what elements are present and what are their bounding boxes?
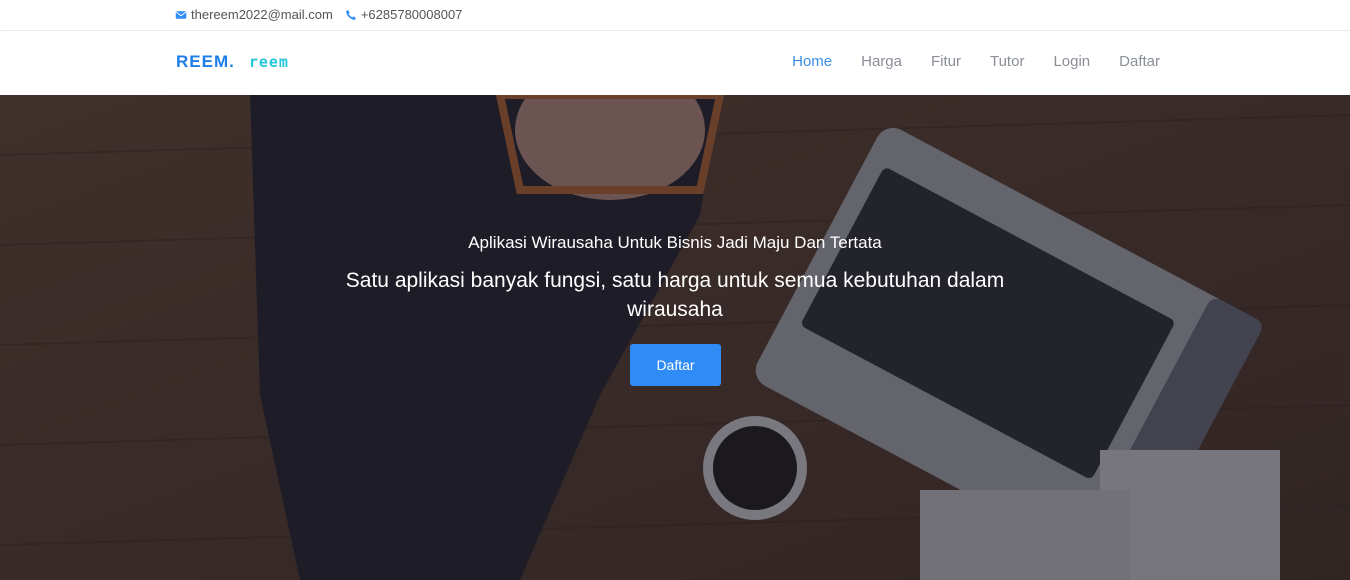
- email-contact[interactable]: thereem2022@mail.com: [175, 7, 333, 22]
- nav-home[interactable]: Home: [792, 53, 832, 70]
- envelope-icon: [175, 10, 187, 19]
- brand-logo: reem: [248, 53, 289, 71]
- hero-subtitle: Aplikasi Wirausaha Untuk Bisnis Jadi Maj…: [468, 233, 882, 252]
- nav-tutor[interactable]: Tutor: [990, 53, 1024, 70]
- phone-icon: [345, 9, 356, 20]
- nav-harga[interactable]: Harga: [861, 53, 902, 70]
- phone-text: +6285780008007: [360, 7, 463, 22]
- main-navbar: REEM. reem Home Harga Fitur Tutor Login …: [0, 31, 1350, 95]
- nav-fitur[interactable]: Fitur: [931, 53, 961, 70]
- daftar-button[interactable]: Daftar: [630, 344, 721, 386]
- hero-content: Aplikasi Wirausaha Untuk Bisnis Jadi Maj…: [0, 95, 1350, 580]
- hero-title: Satu aplikasi banyak fungsi, satu harga …: [345, 269, 1005, 321]
- phone-contact[interactable]: +6285780008007: [345, 7, 463, 22]
- nav-login[interactable]: Login: [1053, 53, 1090, 70]
- nav-daftar[interactable]: Daftar: [1119, 53, 1160, 70]
- nav-menu: Home Harga Fitur Tutor Login Daftar: [763, 53, 1160, 70]
- email-text: thereem2022@mail.com: [191, 7, 333, 22]
- brand[interactable]: REEM. reem: [176, 52, 289, 72]
- hero-section: Aplikasi Wirausaha Untuk Bisnis Jadi Maj…: [0, 95, 1350, 580]
- brand-name: REEM.: [176, 52, 235, 71]
- top-contact-bar: thereem2022@mail.com +6285780008007: [0, 0, 1350, 31]
